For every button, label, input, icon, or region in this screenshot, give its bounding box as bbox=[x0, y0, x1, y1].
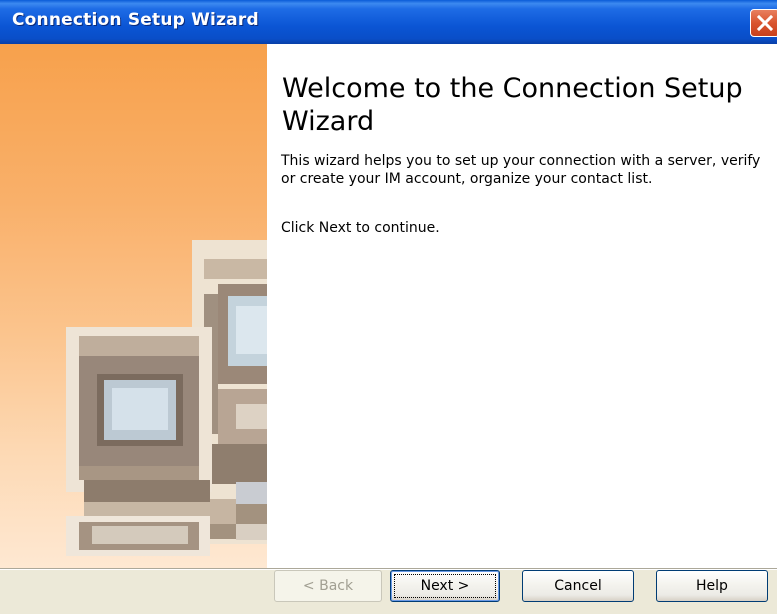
focus-rectangle bbox=[394, 574, 496, 598]
continue-instruction: Click Next to continue. bbox=[281, 220, 440, 236]
cancel-button[interactable]: Cancel bbox=[522, 570, 634, 602]
window-title: Connection Setup Wizard bbox=[12, 10, 259, 30]
wizard-content: Welcome to the Connection Setup Wizard T… bbox=[267, 44, 777, 568]
title-bar[interactable]: Connection Setup Wizard bbox=[0, 0, 777, 44]
close-button[interactable] bbox=[750, 9, 777, 37]
help-button[interactable]: Help bbox=[656, 570, 768, 602]
back-button[interactable]: < Back bbox=[274, 570, 382, 602]
network-computers-illustration bbox=[66, 240, 267, 556]
next-button[interactable]: Next > bbox=[390, 570, 500, 602]
close-icon bbox=[756, 14, 774, 32]
page-title: Welcome to the Connection Setup Wizard bbox=[282, 73, 743, 137]
wizard-description: This wizard helps you to set up your con… bbox=[281, 153, 761, 187]
wizard-side-panel bbox=[0, 44, 267, 568]
